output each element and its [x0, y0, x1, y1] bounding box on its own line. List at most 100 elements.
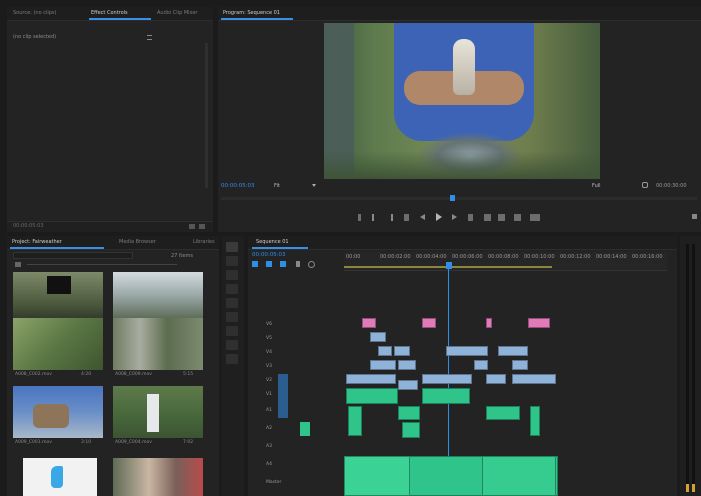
- track-header-v5[interactable]: V5: [266, 336, 272, 341]
- track-header-a3[interactable]: A3: [266, 444, 272, 449]
- video-clip[interactable]: [370, 332, 386, 342]
- clip-thumbnail[interactable]: [113, 318, 203, 370]
- video-clip[interactable]: [446, 346, 488, 356]
- video-clip[interactable]: [398, 380, 418, 390]
- tab-program[interactable]: Program: Sequence 01: [223, 9, 298, 18]
- track-header-a4[interactable]: A4: [266, 462, 272, 467]
- project-search-input[interactable]: [13, 252, 133, 259]
- video-clip[interactable]: [512, 360, 528, 370]
- linked-selection-icon[interactable]: [280, 261, 286, 267]
- clip-thumbnail[interactable]: [13, 318, 103, 370]
- video-clip[interactable]: [398, 360, 416, 370]
- mute-toggle[interactable]: [300, 422, 310, 436]
- track-header-v6[interactable]: V6: [266, 322, 272, 327]
- extract-icon[interactable]: [498, 214, 505, 221]
- scrollbar[interactable]: [205, 43, 208, 188]
- clip-thumbnail[interactable]: [113, 386, 203, 438]
- scrub-bar[interactable]: [221, 197, 697, 200]
- audio-clip[interactable]: [348, 406, 362, 436]
- track-header-a1[interactable]: A1: [266, 408, 272, 413]
- type-tool-icon[interactable]: [226, 340, 238, 350]
- clip-thumbnail[interactable]: [13, 272, 103, 324]
- quality-dropdown[interactable]: Full: [592, 183, 601, 189]
- source-patch-v1[interactable]: [278, 374, 288, 418]
- mark-out-icon[interactable]: [386, 214, 393, 221]
- snap-icon[interactable]: [266, 261, 272, 267]
- audio-clip[interactable]: [398, 406, 420, 420]
- chevron-down-icon[interactable]: [312, 184, 316, 187]
- add-marker-icon[interactable]: [358, 214, 361, 221]
- video-clip[interactable]: [498, 346, 528, 356]
- pen-tool-icon[interactable]: [226, 312, 238, 322]
- audio-clip[interactable]: [346, 388, 398, 404]
- settings-icon[interactable]: [308, 261, 315, 268]
- audio-clip[interactable]: [422, 388, 470, 404]
- tab-effect-controls[interactable]: Effect Controls: [91, 9, 149, 18]
- audio-clip[interactable]: [530, 406, 540, 436]
- video-clip[interactable]: [512, 374, 556, 384]
- audio-clip[interactable]: [344, 456, 410, 496]
- audio-clip[interactable]: [482, 456, 556, 496]
- go-to-out-icon[interactable]: [468, 214, 473, 221]
- export-frame-icon[interactable]: [514, 214, 521, 221]
- go-to-in-icon[interactable]: [404, 214, 409, 221]
- video-clip[interactable]: [474, 360, 488, 370]
- step-back-icon[interactable]: [420, 214, 425, 220]
- clip-thumbnail[interactable]: [13, 386, 103, 438]
- selection-tool-icon[interactable]: [226, 242, 238, 252]
- clip-thumbnail[interactable]: [113, 272, 203, 324]
- export-icon[interactable]: [199, 224, 205, 229]
- video-clip[interactable]: [346, 374, 396, 384]
- track-header-v3[interactable]: V3: [266, 364, 272, 369]
- ripple-edit-tool-icon[interactable]: [226, 270, 238, 280]
- nest-icon[interactable]: [252, 261, 258, 267]
- add-marker-icon[interactable]: [296, 261, 300, 267]
- program-timecode[interactable]: 00:00:05:03: [221, 183, 255, 189]
- track-header-v1[interactable]: V1: [266, 392, 272, 397]
- time-ruler[interactable]: 00:00 00:00:02:00 00:00:04:00 00:00:06:0…: [344, 252, 667, 271]
- audio-clip[interactable]: [486, 406, 520, 420]
- add-button-icon[interactable]: [692, 214, 697, 219]
- hand-tool-icon[interactable]: [226, 326, 238, 336]
- track-header-a2[interactable]: A2: [266, 426, 272, 431]
- razor-tool-icon[interactable]: [226, 284, 238, 294]
- video-clip[interactable]: [370, 360, 396, 370]
- video-clip[interactable]: [486, 374, 506, 384]
- track-header-v4[interactable]: V4: [266, 350, 272, 355]
- tab-media-browser[interactable]: Media Browser: [119, 238, 181, 247]
- panel-menu-icon[interactable]: [147, 35, 152, 40]
- audio-clip[interactable]: [402, 422, 420, 438]
- tab-project[interactable]: Project: Fairweather: [12, 238, 104, 247]
- track-header-v2[interactable]: V2: [266, 378, 272, 383]
- timeline-timecode[interactable]: 00:00:05:03: [252, 252, 286, 258]
- filter-icon[interactable]: [189, 224, 195, 229]
- track-select-tool-icon[interactable]: [226, 256, 238, 266]
- comparison-view-icon[interactable]: [530, 214, 540, 221]
- clip-thumbnail[interactable]: [113, 458, 203, 496]
- mark-in-icon[interactable]: [372, 214, 379, 221]
- tab-sequence[interactable]: Sequence 01: [256, 238, 306, 247]
- wrench-icon[interactable]: [642, 182, 648, 188]
- video-clip[interactable]: [528, 318, 550, 328]
- zoom-tool-icon[interactable]: [226, 354, 238, 364]
- step-forward-icon[interactable]: [452, 214, 457, 220]
- video-clip[interactable]: [422, 318, 436, 328]
- tab-source[interactable]: Source: (no clips): [13, 9, 83, 18]
- tab-audio-clip-mixer[interactable]: Audio Clip Mixer: [157, 9, 211, 18]
- lift-icon[interactable]: [484, 214, 491, 221]
- video-clip[interactable]: [394, 346, 410, 356]
- video-clip[interactable]: [378, 346, 392, 356]
- video-clip[interactable]: [362, 318, 376, 328]
- clip-thumbnail[interactable]: [23, 458, 97, 496]
- playhead-handle[interactable]: [446, 262, 452, 269]
- track-header-master[interactable]: Master: [266, 480, 281, 485]
- zoom-slider[interactable]: [27, 264, 177, 265]
- slip-tool-icon[interactable]: [226, 298, 238, 308]
- video-clip[interactable]: [486, 318, 492, 328]
- bin-icon[interactable]: [15, 262, 21, 267]
- fit-dropdown[interactable]: Fit: [274, 183, 280, 189]
- play-icon[interactable]: [436, 213, 442, 221]
- tab-libraries[interactable]: Libraries: [193, 238, 217, 247]
- video-clip[interactable]: [422, 374, 472, 384]
- playhead-marker[interactable]: [450, 195, 455, 201]
